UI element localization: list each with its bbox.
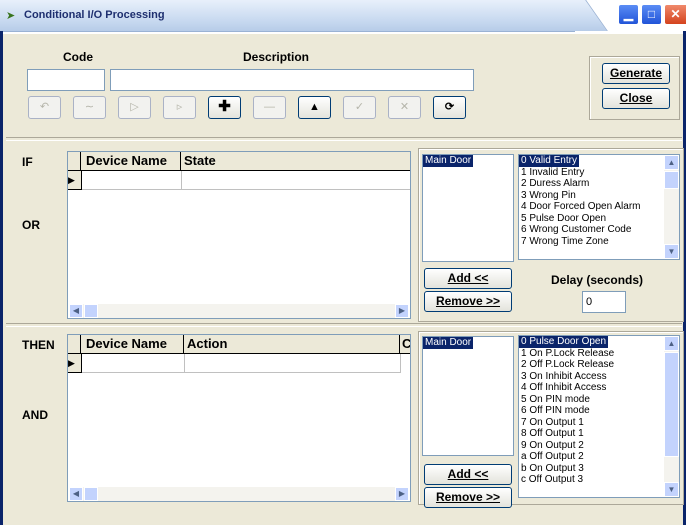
then-device-list[interactable]: Main Door	[422, 336, 514, 456]
list-item[interactable]: 4 Door Forced Open Alarm	[519, 201, 679, 213]
scroll-thumb[interactable]	[84, 304, 98, 318]
close-button[interactable]: Close	[602, 88, 670, 109]
delay-input[interactable]	[582, 291, 626, 313]
table-row[interactable]	[82, 354, 185, 373]
if-conditions-grid[interactable]: Device Name State ▶ ◀ ▶	[67, 151, 411, 319]
list-item[interactable]: 0 Pulse Door Open	[519, 336, 609, 348]
list-item[interactable]: 5 On PIN mode	[519, 394, 679, 406]
next-record-icon: ▷	[118, 96, 151, 119]
grid-header: Device Name State	[68, 152, 410, 171]
list-item[interactable]: 8 Off Output 1	[519, 428, 679, 440]
list-item[interactable]: 3 On Inhibit Access	[519, 371, 679, 383]
then-label: THEN	[22, 338, 55, 352]
code-label: Code	[63, 50, 93, 64]
first-record-icon: ↶	[28, 96, 61, 119]
description-input[interactable]	[110, 69, 474, 91]
scroll-up-icon[interactable]: ▲	[664, 155, 679, 170]
description-label: Description	[243, 50, 310, 64]
list-item[interactable]: b On Output 3	[519, 463, 679, 475]
table-row[interactable]	[82, 171, 182, 190]
then-remove-button[interactable]: Remove >>	[424, 487, 512, 508]
list-item[interactable]: 2 Duress Alarm	[519, 178, 679, 190]
or-label: OR	[22, 218, 40, 232]
and-label: AND	[22, 408, 48, 422]
if-device-list[interactable]: Main Door	[422, 154, 514, 262]
list-item[interactable]: 2 Off P.Lock Release	[519, 359, 679, 371]
list-item[interactable]: 1 Invalid Entry	[519, 167, 679, 179]
scroll-right-icon[interactable]: ▶	[395, 487, 409, 501]
maximize-button[interactable]: □	[641, 4, 662, 25]
scroll-left-icon[interactable]: ◀	[69, 487, 83, 501]
list-item[interactable]: a Off Output 2	[519, 451, 679, 463]
then-actions-grid[interactable]: Device Name Action C ▶ ◀ ▶	[67, 334, 411, 502]
col-state[interactable]: State	[181, 152, 410, 170]
list-item[interactable]: Main Door	[423, 155, 474, 167]
code-input[interactable]	[27, 69, 105, 91]
horizontal-scrollbar[interactable]: ◀ ▶	[69, 304, 409, 318]
list-item[interactable]: c Off Output 3	[519, 474, 679, 486]
refresh-button[interactable]: ⟳	[433, 96, 466, 119]
col-device-name[interactable]: Device Name	[81, 152, 181, 170]
post-edit-icon: ✓	[343, 96, 376, 119]
list-item[interactable]: 5 Pulse Door Open	[519, 213, 679, 225]
vertical-scrollbar[interactable]: ▲ ▼	[664, 336, 679, 497]
close-window-button[interactable]: ✕	[664, 4, 686, 25]
window: ➤ Conditional I/O Processing ▁ □ ✕ Code …	[0, 0, 686, 525]
list-item[interactable]: Main Door	[423, 337, 474, 349]
scroll-right-icon[interactable]: ▶	[395, 304, 409, 318]
title-bar: ➤ Conditional I/O Processing ▁ □ ✕	[0, 0, 686, 34]
list-item[interactable]: 7 Wrong Time Zone	[519, 236, 679, 248]
edit-record-button[interactable]: ▲	[298, 96, 331, 119]
window-title: Conditional I/O Processing	[24, 9, 165, 21]
table-row[interactable]	[182, 171, 410, 190]
generate-button[interactable]: Generate	[602, 63, 670, 84]
scroll-down-icon[interactable]: ▼	[664, 482, 679, 497]
list-item[interactable]: 3 Wrong Pin	[519, 190, 679, 202]
app-icon: ➤	[6, 10, 16, 22]
list-item[interactable]: 4 Off Inhibit Access	[519, 382, 679, 394]
divider	[6, 323, 682, 327]
divider	[6, 137, 682, 141]
list-item[interactable]: 6 Wrong Customer Code	[519, 224, 679, 236]
if-remove-button[interactable]: Remove >>	[424, 291, 512, 312]
list-item[interactable]: 0 Valid Entry	[519, 155, 579, 167]
delay-label: Delay (seconds)	[551, 273, 644, 287]
row-indicator-icon: ▶	[68, 171, 82, 190]
scroll-left-icon[interactable]: ◀	[69, 304, 83, 318]
add-record-button[interactable]: ✚	[208, 96, 241, 119]
vertical-scrollbar[interactable]: ▲ ▼	[664, 155, 679, 259]
col-device-name[interactable]: Device Name	[81, 335, 184, 353]
delete-record-icon: —	[253, 96, 286, 119]
if-add-button[interactable]: Add <<	[424, 268, 512, 289]
col-action[interactable]: Action	[184, 335, 400, 353]
minimize-button[interactable]: ▁	[618, 4, 639, 25]
then-action-list[interactable]: 0 Pulse Door Open 1 On P.Lock Release 2 …	[518, 335, 680, 498]
last-record-icon: ▹	[163, 96, 196, 119]
previous-record-icon: ∼	[73, 96, 106, 119]
scroll-thumb[interactable]	[84, 487, 98, 501]
if-event-list[interactable]: 0 Valid Entry 1 Invalid Entry 2 Duress A…	[518, 154, 680, 260]
list-item[interactable]: 7 On Output 1	[519, 417, 679, 429]
if-label: IF	[22, 155, 33, 169]
table-row[interactable]	[185, 354, 401, 373]
horizontal-scrollbar[interactable]: ◀ ▶	[69, 487, 409, 501]
grid-header: Device Name Action C	[68, 335, 410, 354]
list-item[interactable]: 9 On Output 2	[519, 440, 679, 452]
scroll-thumb[interactable]	[664, 352, 679, 457]
then-add-button[interactable]: Add <<	[424, 464, 512, 485]
scroll-up-icon[interactable]: ▲	[664, 336, 679, 351]
col-truncated[interactable]: C	[400, 335, 410, 353]
row-indicator-icon: ▶	[68, 354, 82, 373]
list-item[interactable]: 1 On P.Lock Release	[519, 348, 679, 360]
scroll-thumb[interactable]	[664, 171, 679, 189]
list-item[interactable]: 6 Off PIN mode	[519, 405, 679, 417]
scroll-down-icon[interactable]: ▼	[664, 244, 679, 259]
cancel-edit-icon: ✕	[388, 96, 421, 119]
